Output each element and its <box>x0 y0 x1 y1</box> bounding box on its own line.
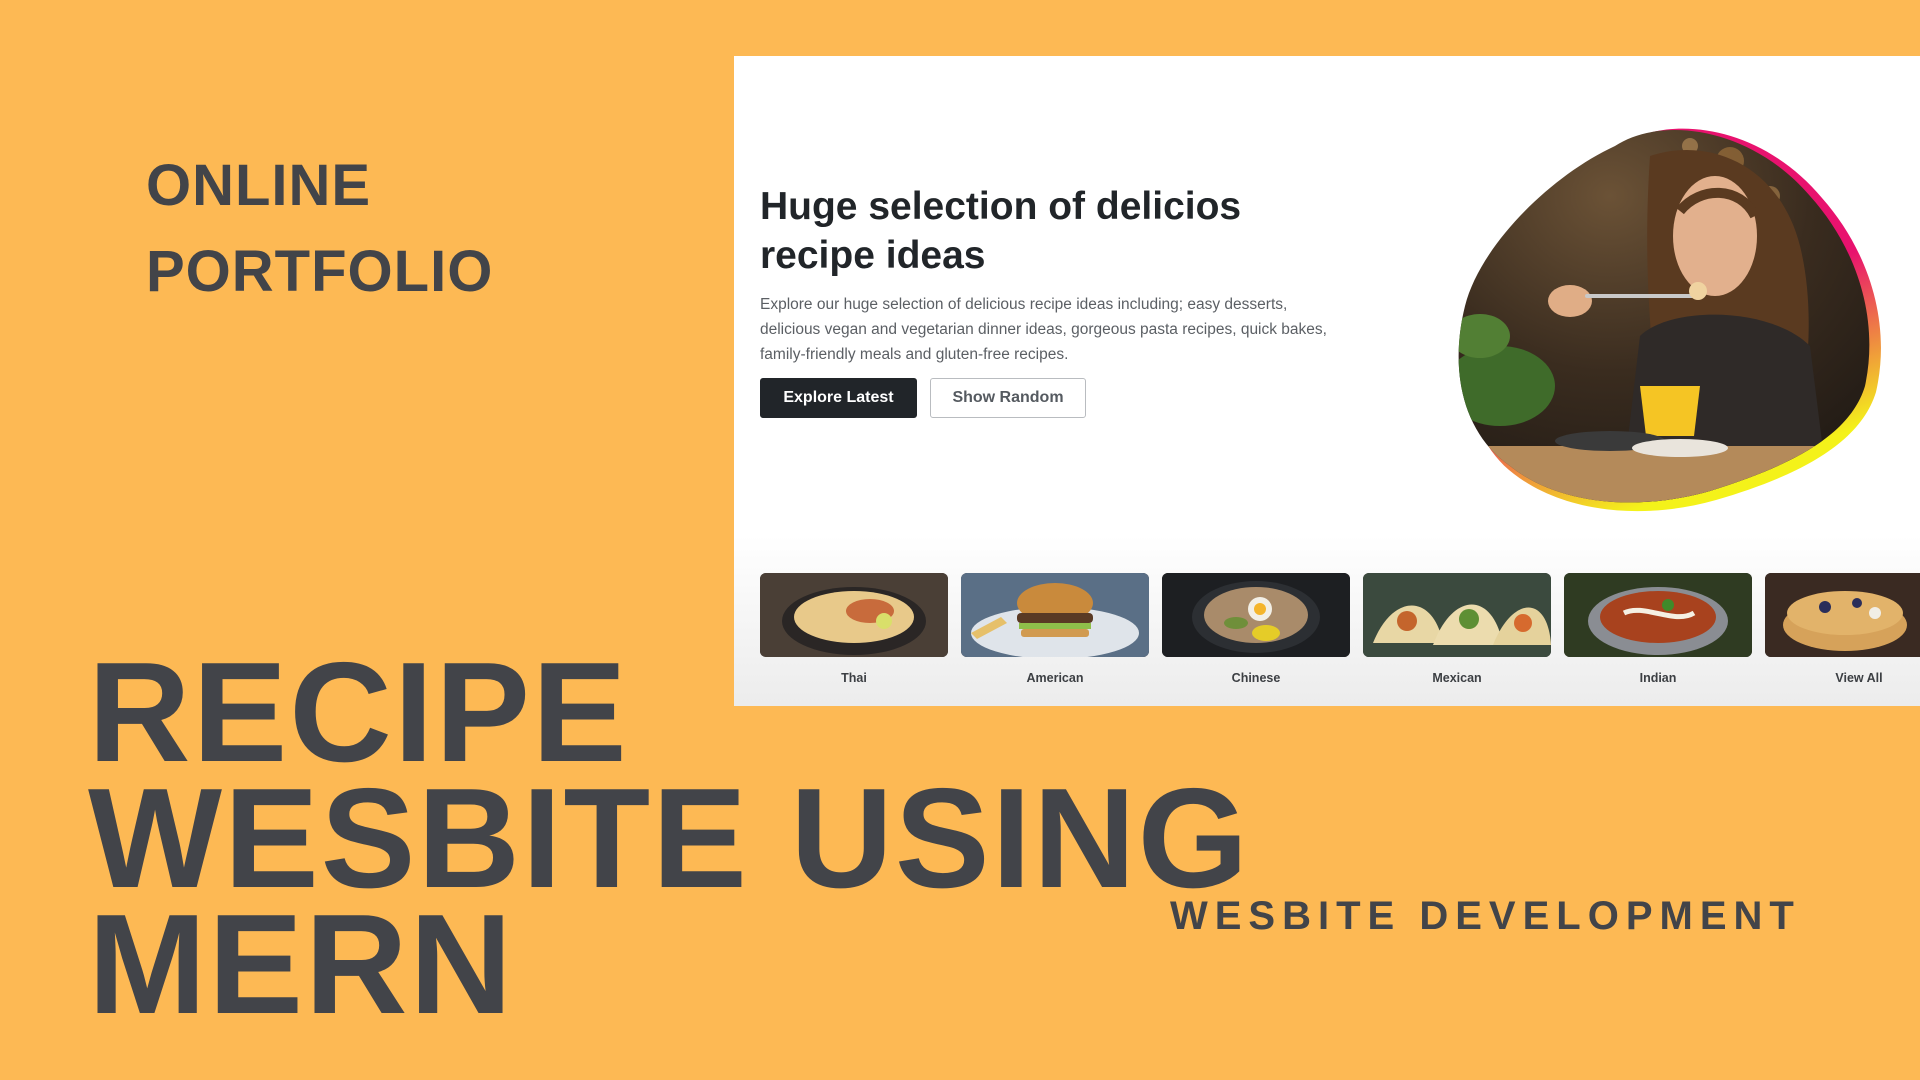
category-label: Indian <box>1639 671 1677 685</box>
kicker-text: ONLINE PORTFOLIO <box>146 143 493 315</box>
thai-dish-image <box>760 573 948 657</box>
curry-image <box>1564 573 1752 657</box>
poster-subhead: WESBITE DEVELOPMENT <box>1170 894 1801 938</box>
headline-line-3: MERN <box>88 885 515 1044</box>
woman-eating-image <box>1458 128 1881 512</box>
hero-description: Explore our huge selection of delicious … <box>760 296 1327 363</box>
category-view-all[interactable]: View All <box>1765 573 1920 685</box>
noodle-bowl-image <box>1162 573 1350 657</box>
category-indian[interactable]: Indian <box>1564 573 1752 685</box>
headline-line-2: WESBITE USING <box>88 759 1251 918</box>
kicker-line-2: PORTFOLIO <box>146 239 494 304</box>
pancakes-image <box>1765 573 1920 657</box>
hero-image-blob <box>1410 86 1910 526</box>
poster-canvas: ONLINE PORTFOLIO RECIPE WESBITE USING ME… <box>0 0 1920 1080</box>
explore-latest-button[interactable]: Explore Latest <box>760 378 917 418</box>
category-label: Chinese <box>1231 671 1281 685</box>
poster-headline: RECIPE WESBITE USING MERN <box>88 642 1251 1044</box>
category-label: Mexican <box>1432 671 1482 685</box>
category-label: Thai <box>841 671 867 685</box>
category-label: American <box>1026 671 1084 685</box>
website-screenshot: Huge selection of delicios recipe ideas … <box>734 56 1920 706</box>
hero-title: Huge selection of delicios recipe ideas <box>760 185 1242 277</box>
category-mexican[interactable]: Mexican <box>1363 573 1551 685</box>
burger-image <box>961 573 1149 657</box>
show-random-button[interactable]: Show Random <box>930 378 1086 418</box>
kicker-line-1: ONLINE <box>146 153 372 218</box>
category-thai[interactable]: Thai <box>760 573 948 685</box>
category-label: View All <box>1835 671 1883 685</box>
tacos-image <box>1363 573 1551 657</box>
category-american[interactable]: American <box>961 573 1149 685</box>
category-chinese[interactable]: Chinese <box>1162 573 1350 685</box>
